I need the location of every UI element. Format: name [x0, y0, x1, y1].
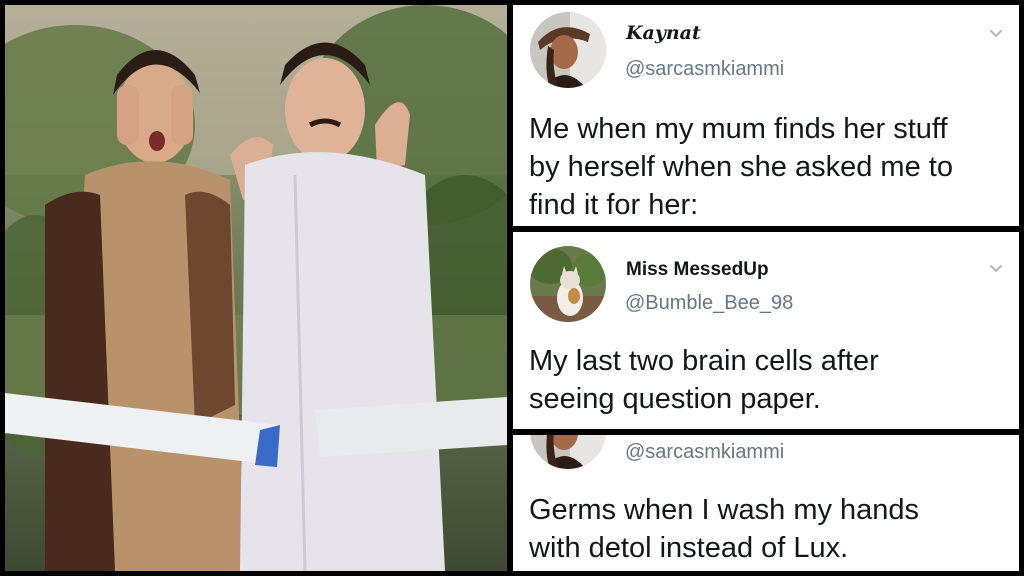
display-name[interactable]: Kaynat: [626, 22, 701, 44]
tweet-text: My last two brain cells after seeing que…: [529, 345, 879, 415]
handle[interactable]: @Bumble_Bee_98: [625, 292, 793, 315]
display-name[interactable]: Miss MessedUp: [626, 259, 769, 281]
tweet-text: Germs when I wash my hands with detol in…: [529, 494, 920, 564]
meme-photo: [5, 5, 507, 571]
tweet-card[interactable]: Kaynat @sarcasmkiammi Me when my mum fin…: [513, 5, 1019, 226]
avatar[interactable]: [530, 435, 606, 469]
chevron-down-icon[interactable]: [989, 262, 1003, 276]
handle[interactable]: @sarcasmkiammi: [625, 58, 784, 81]
handle[interactable]: @sarcasmkiammi: [625, 441, 784, 464]
avatar[interactable]: [530, 246, 606, 322]
tweet-text: Me when my mum finds her stuff by hersel…: [529, 113, 953, 221]
avatar[interactable]: [530, 12, 606, 88]
tweet-card[interactable]: @sarcasmkiammi Germs when I wash my hand…: [513, 435, 1019, 571]
chevron-down-icon[interactable]: [989, 27, 1003, 41]
tweet-card[interactable]: Miss MessedUp @Bumble_Bee_98 My last two…: [513, 232, 1019, 429]
